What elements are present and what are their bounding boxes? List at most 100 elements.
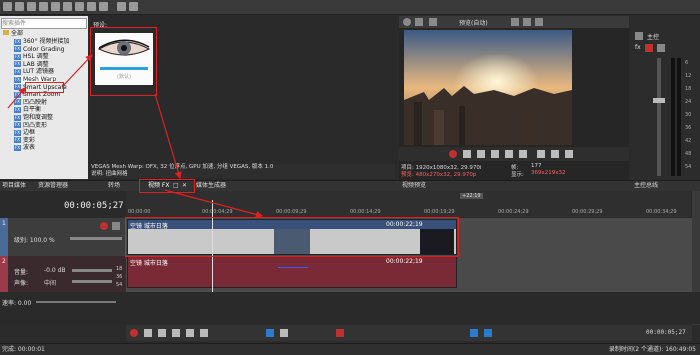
- fx-icon[interactable]: fx: [635, 44, 641, 51]
- stop-icon[interactable]: [519, 150, 527, 158]
- tab-project-media[interactable]: 项目媒体: [2, 182, 26, 190]
- mute-icon[interactable]: [645, 44, 653, 52]
- prev-frame-icon[interactable]: [537, 150, 545, 158]
- fx-item[interactable]: FX Smart Upscale: [14, 84, 67, 92]
- envelope-tool-icon[interactable]: [280, 329, 288, 337]
- audio-event[interactable]: 空镜 城市日落 00:00:22;19: [127, 256, 457, 288]
- fx-description-line1: VEGAS Mesh Warp: OFX, 32 位浮点, GPU 加速, 分组…: [91, 164, 274, 170]
- play-icon[interactable]: [477, 150, 485, 158]
- fx-item-label: 凹凸变形: [23, 121, 48, 129]
- preview-resolution-info: 预览: 480x270x32, 29.970p: [401, 172, 477, 178]
- fx-plugin-icon: FX: [14, 53, 21, 60]
- delete-event-icon[interactable]: [336, 329, 344, 337]
- fx-item-label: 饱和度调整: [23, 114, 54, 121]
- fx-description-line2: 说明: 扭曲网格: [91, 171, 128, 177]
- new-project-icon[interactable]: [3, 2, 12, 11]
- level-slider[interactable]: [70, 237, 122, 240]
- split-screen-icon[interactable]: [415, 18, 423, 26]
- rate-label: 速率: 0.00: [2, 300, 32, 307]
- delete-icon[interactable]: [99, 2, 108, 11]
- overlay-icon[interactable]: [429, 18, 437, 26]
- go-end-icon[interactable]: [565, 150, 573, 158]
- tab-close-icon[interactable]: □: [173, 182, 179, 190]
- tab-video-preview[interactable]: 视频预览: [402, 182, 426, 190]
- render-icon[interactable]: [39, 2, 48, 11]
- cut-icon[interactable]: [63, 2, 72, 11]
- fx-root-item[interactable]: 全部: [3, 30, 23, 38]
- loop-icon[interactable]: [463, 150, 471, 158]
- solo-icon[interactable]: [657, 44, 665, 52]
- tab-video-fx[interactable]: 视频 FX: [148, 182, 169, 190]
- settings-icon[interactable]: [635, 32, 643, 40]
- volume-slider[interactable]: [72, 269, 112, 272]
- search-placeholder: 搜索插件: [2, 20, 27, 27]
- mixer-scale-label: 42: [685, 138, 692, 144]
- grid-icon[interactable]: [511, 18, 519, 26]
- fx-item[interactable]: FX Color Grading: [14, 46, 64, 54]
- redo-icon[interactable]: [129, 2, 138, 11]
- master-fader-handle[interactable]: [653, 98, 665, 103]
- preview-controls: [399, 147, 629, 161]
- video-event[interactable]: 空镜 城市日落 00:00:22;19: [127, 219, 457, 255]
- fx-item[interactable]: FX 波表: [14, 144, 35, 152]
- pause-icon[interactable]: [186, 329, 194, 337]
- fx-item[interactable]: FX 360° 视频拼接加: [14, 38, 69, 46]
- snap-icon[interactable]: [484, 329, 492, 337]
- fx-item[interactable]: FX Mesh Warp: [14, 76, 57, 84]
- master-fader-track[interactable]: [657, 58, 661, 176]
- save-icon[interactable]: [27, 2, 36, 11]
- play-from-start-icon[interactable]: [491, 150, 499, 158]
- play-icon[interactable]: [172, 329, 180, 337]
- preview-info: 项目: 1920x1080x32, 29.970i 预览: 480x270x32…: [401, 163, 627, 179]
- end-marker[interactable]: +22:19: [460, 193, 483, 199]
- preview-quality-select[interactable]: 预览(自动): [459, 18, 488, 27]
- fx-item[interactable]: FX 饱和度调整: [14, 114, 53, 122]
- tab-media-generators[interactable]: 媒体生成器: [196, 182, 226, 190]
- properties-icon[interactable]: [51, 2, 60, 11]
- fx-item-label: LAB 调整: [23, 60, 49, 68]
- video-track-header[interactable]: 1 级别: 100.0 %: [0, 218, 126, 256]
- close-icon[interactable]: ✕: [182, 182, 187, 190]
- open-icon[interactable]: [15, 2, 24, 11]
- fx-plugin-icon: FX: [14, 61, 21, 68]
- status-left: 完成: 00:00:01: [2, 346, 45, 353]
- fx-item[interactable]: FX 边框: [14, 129, 35, 137]
- fx-search-input[interactable]: 搜索插件: [1, 18, 87, 29]
- fx-item[interactable]: FX 凹凸变形: [14, 122, 47, 130]
- timeline-ruler[interactable]: 00:00:00 00:00:04;29 00:00:09;29 00:00:14;2…: [126, 191, 691, 217]
- copy-icon[interactable]: [75, 2, 84, 11]
- fx-item[interactable]: FX Smart Zoom: [14, 91, 60, 99]
- record-icon[interactable]: [449, 150, 457, 158]
- fx-item-label: 变彩: [23, 136, 36, 144]
- stop-icon[interactable]: [200, 329, 208, 337]
- save-snapshot-icon[interactable]: [535, 18, 543, 26]
- next-frame-icon[interactable]: [551, 150, 559, 158]
- mute-icon[interactable]: [100, 222, 108, 230]
- solo-icon[interactable]: [112, 222, 120, 230]
- loop-icon[interactable]: [144, 329, 152, 337]
- snapshot-icon[interactable]: [523, 18, 531, 26]
- fx-item[interactable]: FX HSL 调整: [14, 53, 49, 61]
- pan-slider[interactable]: [72, 280, 112, 283]
- tab-explorer[interactable]: 资源管理器: [38, 182, 68, 190]
- auto-ripple-icon[interactable]: [470, 329, 478, 337]
- tab-master-bus[interactable]: 主控总线: [634, 182, 658, 190]
- paste-icon[interactable]: [87, 2, 96, 11]
- undo-icon[interactable]: [117, 2, 126, 11]
- rate-slider[interactable]: [36, 301, 116, 303]
- ruler-mark: 00:00:09;29: [276, 209, 307, 215]
- record-icon[interactable]: [130, 329, 138, 337]
- fx-item[interactable]: FX LUT 滤镜器: [14, 68, 54, 76]
- fx-plugin-icon: FX: [14, 99, 21, 106]
- preset-thumbnail-default[interactable]: (默认): [95, 33, 153, 85]
- timeline-timecode: 00:00:05;27: [64, 201, 124, 211]
- normal-edit-tool-icon[interactable]: [266, 329, 274, 337]
- tab-transitions[interactable]: 转场: [108, 182, 120, 190]
- fx-item[interactable]: FX 白平衡: [14, 106, 41, 114]
- pause-icon[interactable]: [505, 150, 513, 158]
- fx-item-label: 边框: [23, 129, 36, 137]
- play-from-start-icon[interactable]: [158, 329, 166, 337]
- audio-track-header[interactable]: 2 音量: -0.0 dB 声像: 中间 18 36 54: [0, 256, 126, 292]
- settings-icon[interactable]: [403, 18, 411, 26]
- preset-label: 预设:: [93, 22, 108, 29]
